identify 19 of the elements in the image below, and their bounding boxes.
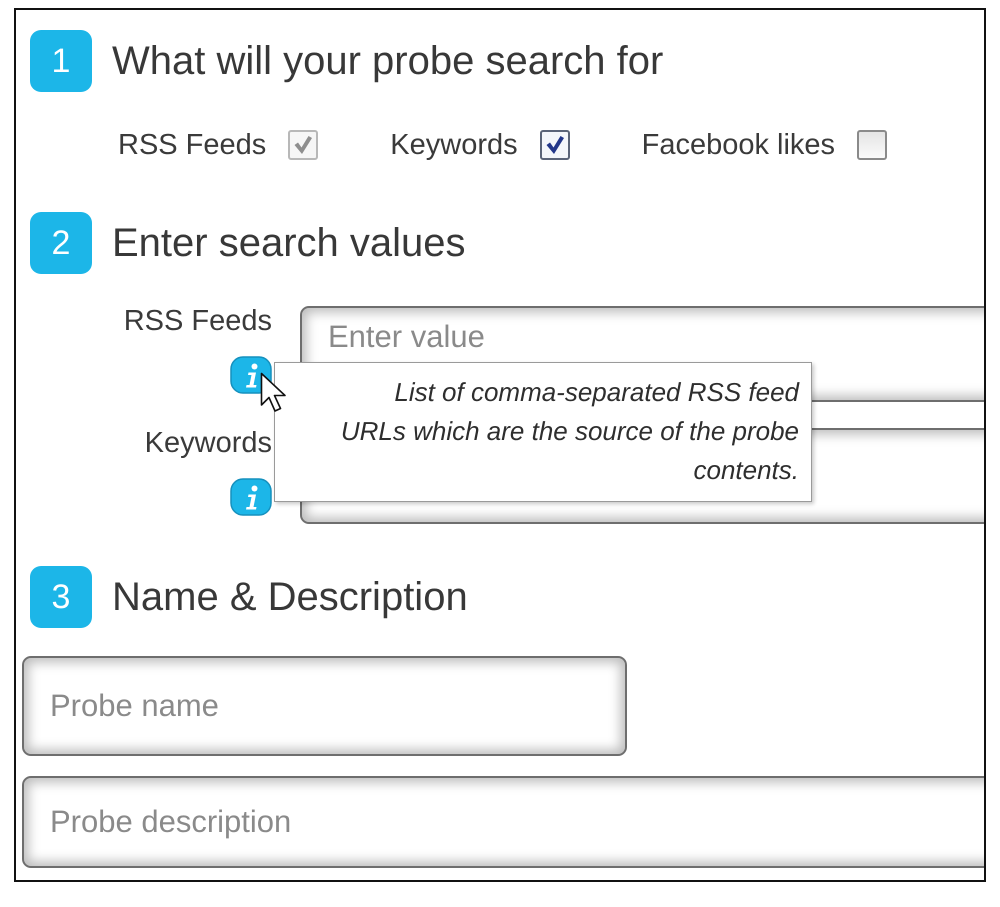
field-label: RSS Feeds	[124, 306, 272, 336]
checkbox-label: Keywords	[390, 128, 518, 162]
checkbox-label: Facebook likes	[642, 128, 836, 162]
step-number-badge: 1	[30, 30, 92, 92]
tick-icon	[544, 135, 565, 155]
input-field[interactable]: Probe description	[22, 776, 984, 868]
tooltip: List of comma-separated RSS feed URLs which are the source of the probe contents.	[274, 362, 812, 502]
field-label: Keywords	[144, 428, 272, 458]
step-number-badge: 2	[30, 212, 92, 274]
checkbox-label: RSS Feeds	[118, 128, 266, 162]
section-title: What will your probe search for	[112, 38, 664, 84]
checkbox[interactable]	[540, 130, 570, 160]
cursor-icon	[260, 372, 287, 413]
section-title: Enter search values	[112, 220, 466, 266]
section-title: Name & Description	[112, 574, 468, 620]
checkbox[interactable]	[857, 130, 888, 160]
input-field[interactable]: Probe name	[22, 656, 627, 756]
tick-icon	[293, 135, 314, 155]
step-number-badge: 3	[30, 566, 92, 628]
